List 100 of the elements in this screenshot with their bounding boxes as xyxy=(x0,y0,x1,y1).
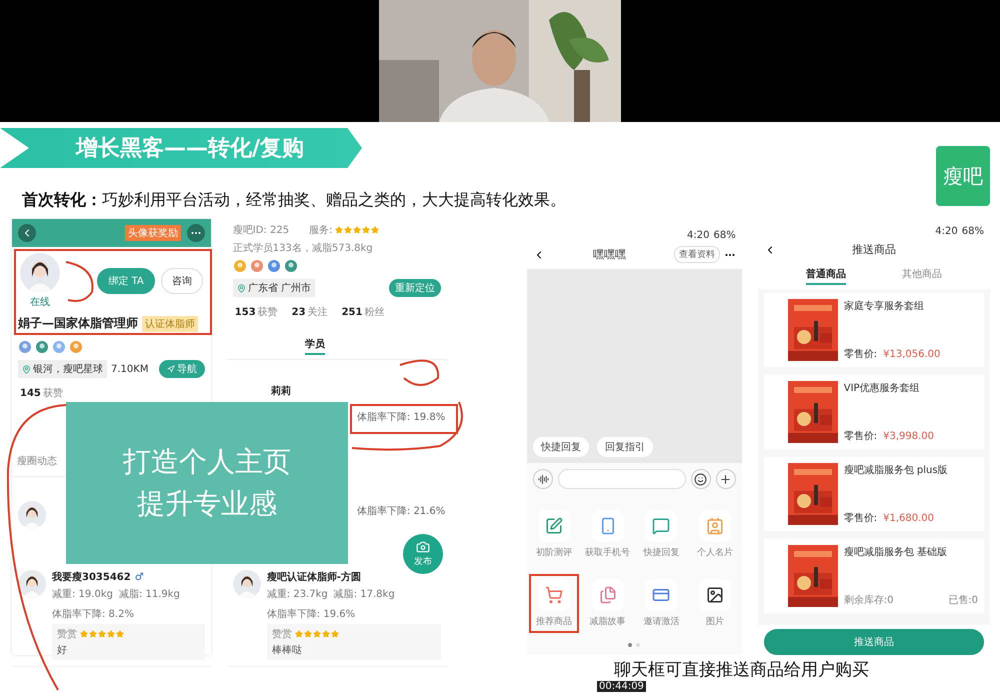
price-label: 零售价: xyxy=(844,430,878,443)
certified-tag: 认证体脂师 xyxy=(142,316,198,332)
push-products-button[interactable]: 推送商品 xyxy=(764,629,984,655)
tool-item[interactable]: 获取手机号 xyxy=(582,505,632,564)
bind-button[interactable]: 绑定 TA xyxy=(97,268,155,294)
student-metric: 体脂率下降: 19.8% xyxy=(356,410,446,424)
status-time: 4:20 xyxy=(935,226,958,237)
distance-text: 7.10KM xyxy=(111,364,148,374)
camera-icon xyxy=(416,540,430,554)
cart-icon xyxy=(545,586,564,604)
product-name: 瘦吧减脂服务包 基础版 xyxy=(844,546,948,559)
location-chip: 银河，瘦吧星球 xyxy=(18,360,107,378)
tab[interactable]: 其他商品 xyxy=(902,267,942,285)
overlay-text: 提升专业感 xyxy=(137,486,277,522)
student-metric: 减重: 19.0kg xyxy=(52,588,113,601)
comment-text: 棒棒哒 xyxy=(272,644,303,657)
tab[interactable]: 普通商品 xyxy=(806,267,846,285)
relocate-button[interactable]: 重新定位 xyxy=(389,279,442,297)
emoji-icon[interactable] xyxy=(690,469,711,489)
service-label: 服务: xyxy=(309,224,332,237)
note-icon xyxy=(545,517,564,535)
location-chip: 广东省 广州市 xyxy=(232,279,315,297)
stat-label: 关注 xyxy=(308,306,328,319)
medal-icon xyxy=(232,259,247,273)
price-text: ¥3,998.00 xyxy=(883,430,934,442)
summary-text: 正式学员133名，减脂573.8kg xyxy=(232,242,373,255)
praise-label: 赞赏 xyxy=(272,628,292,641)
tab[interactable]: 瘦圈动态 xyxy=(17,454,57,472)
voice-icon[interactable] xyxy=(533,469,554,489)
intro-text: 首次转化：巧妙利用平台活动，经常抽奖、赠品之类的，大大提高转化效果。 xyxy=(21,190,566,211)
student-metric: 体脂率下降: 19.6% xyxy=(266,608,356,621)
product-card[interactable]: 瘦吧减脂服务包 plus版 零售价: ¥1,680.00 xyxy=(764,457,984,531)
message-field[interactable] xyxy=(558,469,686,489)
image-icon xyxy=(706,586,724,604)
quick-reply-chip[interactable]: 快捷回复 xyxy=(533,437,590,457)
view-profile-button[interactable]: 查看资料 xyxy=(674,246,720,263)
chat-icon xyxy=(652,517,670,535)
student-name: 我要瘦3035462 xyxy=(52,570,131,584)
page-dot xyxy=(628,643,632,647)
screen-title: 推送商品 xyxy=(850,242,897,257)
stat-label: 获赞 xyxy=(258,306,278,319)
contact-card-icon xyxy=(706,517,724,535)
status-time: 4:20 xyxy=(687,230,710,241)
gender-icon: ♂ xyxy=(134,572,144,582)
consult-button[interactable]: 咨询 xyxy=(160,268,203,294)
stock-text: 剩余库存:0 xyxy=(844,594,894,607)
post-button[interactable]: 发布 xyxy=(403,534,444,574)
card-icon xyxy=(652,586,670,604)
comment-text: 好 xyxy=(57,644,68,657)
price-label: 零售价: xyxy=(844,348,878,361)
logo: 瘦吧 xyxy=(936,146,990,206)
medal-icon xyxy=(35,340,49,354)
price-label: 零售价: xyxy=(844,512,878,525)
stat-count: 153 xyxy=(234,306,256,318)
student-metric: 减脂: 17.8kg xyxy=(334,588,395,601)
student-metric: 减重: 23.7kg xyxy=(266,588,328,601)
stat-count: 145 xyxy=(20,388,41,398)
price-text: ¥1,680.00 xyxy=(883,512,934,524)
reward-badge: 头像获奖励 xyxy=(124,225,181,241)
stat-count: 23 xyxy=(292,306,306,318)
price-text: ¥13,056.00 xyxy=(883,348,940,360)
tool-item[interactable]: 初阶测评 xyxy=(529,505,579,564)
caption-text: 聊天框可直接推送商品给用户购买 xyxy=(614,659,870,681)
online-status: 在线 xyxy=(30,296,50,309)
stat-label: 获赞 xyxy=(42,386,63,400)
tab[interactable]: 学员 xyxy=(304,337,325,355)
title-banner: 增长黑客——转化/复购 xyxy=(0,128,362,168)
location-pin-icon xyxy=(22,364,31,374)
student-metric: 体脂率下降: 8.2% xyxy=(52,608,134,621)
quick-reply-chip[interactable]: 回复指引 xyxy=(597,437,654,457)
tool-item[interactable]: 推荐商品 xyxy=(529,574,579,633)
navigate-button[interactable]: 导航 xyxy=(158,360,205,378)
product-card[interactable]: 瘦吧减脂服务包 基础版 剩余库存:0 已售:0 xyxy=(764,539,984,613)
chat-title: 嘿嘿嘿 xyxy=(592,247,627,262)
medal-icon xyxy=(266,259,281,273)
tool-item[interactable]: 个人名片 xyxy=(690,505,740,564)
medal-icon xyxy=(18,340,32,354)
medal-icon xyxy=(250,259,264,273)
product-card[interactable]: VIP优惠服务套组 零售价: ¥3,998.00 xyxy=(764,375,984,449)
battery-level: 68% xyxy=(962,226,984,237)
tool-item[interactable]: 减脂故事 xyxy=(582,574,632,633)
documents-icon xyxy=(598,586,617,604)
location-pin-icon xyxy=(236,284,246,292)
tool-item[interactable]: 图片 xyxy=(690,574,740,633)
student-name: 莉莉 xyxy=(270,384,291,398)
medal-icon xyxy=(52,340,66,354)
student-metric: 体脂率下降: 21.6% xyxy=(356,504,446,518)
product-card[interactable]: 家庭专享服务套组 零售价: ¥13,056.00 xyxy=(764,293,984,367)
student-metric: 减脂: 11.9kg xyxy=(118,588,180,601)
battery-level: 68% xyxy=(714,230,736,241)
student-name: 瘦吧认证体脂师-方圆 xyxy=(266,570,361,584)
coach-name: 娟子—国家体脂管理师 xyxy=(18,315,138,332)
tool-item[interactable]: 快捷回复 xyxy=(636,505,686,564)
video-timestamp: 00:44:09 xyxy=(597,681,646,692)
product-name: 瘦吧减脂服务包 plus版 xyxy=(844,464,949,477)
plus-icon[interactable] xyxy=(716,469,736,489)
stat-label: 粉丝 xyxy=(364,306,384,319)
coach-id: 瘦吧ID: 225 xyxy=(232,224,290,237)
tool-item[interactable]: 邀请激活 xyxy=(636,574,686,633)
navigate-icon xyxy=(166,365,175,373)
